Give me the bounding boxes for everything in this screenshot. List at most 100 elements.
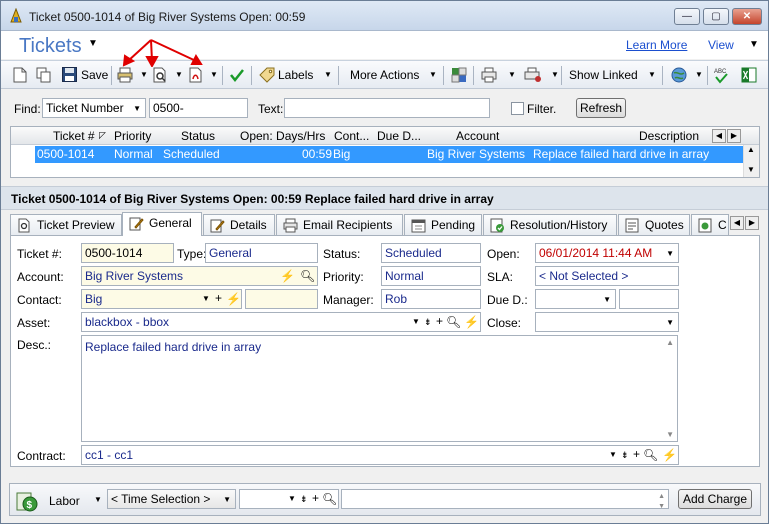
col-contact[interactable]: Cont... (334, 129, 369, 143)
tab-pending[interactable]: Pending (404, 214, 482, 235)
search-magnifier-icon[interactable]: 🔍︎ (322, 490, 337, 508)
lightning-icon[interactable]: ⚡ (226, 290, 241, 308)
scroll-up-icon[interactable]: ▲ (747, 145, 755, 154)
save-button[interactable]: Save (81, 65, 108, 85)
module-title[interactable]: Tickets (19, 35, 82, 58)
type-field[interactable]: General (205, 243, 318, 263)
lightning-icon[interactable]: ⚡ (662, 446, 677, 464)
print-settings-chevron-down-icon[interactable]: ▼ (551, 65, 559, 85)
account-field[interactable]: Big River Systems ⚡ 🔍︎ (81, 266, 318, 286)
tab-ticket-preview[interactable]: Ticket Preview (10, 214, 122, 235)
close-date-chevron-down-icon[interactable]: ▼ (666, 314, 674, 332)
scroll-up-icon[interactable]: ▲ (666, 338, 674, 347)
checkmark-icon[interactable] (229, 67, 245, 83)
table-row[interactable]: 0500-1014 Normal Scheduled 00:59 Big Big… (35, 146, 751, 163)
due-date-chevron-down-icon[interactable]: ▼ (603, 291, 611, 309)
copy-icon[interactable] (36, 67, 52, 83)
open-date-chevron-down-icon[interactable]: ▼ (666, 245, 674, 263)
more-actions-chevron-down-icon[interactable]: ▼ (429, 65, 437, 85)
col-ticket-number[interactable]: Ticket # (53, 129, 95, 143)
excel-export-icon[interactable] (741, 67, 757, 83)
tab-overflow[interactable]: C (691, 214, 729, 235)
search-magnifier-icon[interactable]: 🔍︎ (643, 446, 658, 464)
charge-notes-input[interactable]: ▲ ▼ (341, 489, 669, 510)
contact-phone-field[interactable] (245, 289, 318, 309)
sla-field[interactable]: < Not Selected > (535, 266, 679, 286)
filter-checkbox[interactable] (511, 102, 524, 115)
contract-multi-chevron-icon[interactable]: ⇟ (621, 446, 629, 464)
print-chevron-down-icon[interactable]: ▼ (140, 65, 148, 85)
col-due[interactable]: Due D... (377, 129, 421, 143)
print-queue-icon[interactable] (481, 67, 497, 83)
contact-field[interactable]: Big ▼ + ⚡ (81, 289, 242, 309)
new-document-icon[interactable] (13, 67, 27, 83)
pdf-chevron-down-icon[interactable]: ▼ (210, 65, 218, 85)
show-linked-button[interactable]: Show Linked (569, 65, 638, 85)
due-date-picker[interactable]: ▼ (535, 289, 616, 309)
scroll-down-icon[interactable]: ▼ (747, 165, 755, 174)
print-preview-icon[interactable] (152, 67, 168, 83)
show-linked-chevron-down-icon[interactable]: ▼ (648, 65, 656, 85)
globe-chevron-down-icon[interactable]: ▼ (695, 65, 703, 85)
asset-field[interactable]: blackbox - bbox ▼ ⇟ + 🔍︎ ⚡ (81, 312, 481, 332)
add-contract-icon[interactable]: + (633, 445, 640, 463)
save-disk-icon[interactable] (62, 67, 77, 82)
col-open[interactable]: Open: Days/Hrs (240, 129, 325, 143)
contact-chevron-down-icon[interactable]: ▼ (202, 290, 210, 308)
sync-icon[interactable] (451, 67, 467, 83)
module-chevron-down-icon[interactable]: ▼ (88, 38, 98, 49)
learn-more-link[interactable]: Learn More (626, 38, 687, 52)
text-search-input[interactable] (284, 98, 490, 118)
status-field[interactable]: Scheduled (381, 243, 481, 263)
search-magnifier-icon[interactable]: 🔍︎ (446, 313, 461, 331)
tabs-scroll-left-icon[interactable]: ◀ (730, 216, 744, 230)
open-date-picker[interactable]: 06/01/2014 11:44 AM ▼ (535, 243, 679, 263)
close-button[interactable]: ✕ (732, 8, 762, 25)
contract-chevron-down-icon[interactable]: ▼ (609, 446, 617, 464)
labor-chevron-down-icon[interactable]: ▼ (94, 495, 102, 504)
priority-field[interactable]: Normal (381, 266, 481, 286)
tabs-scroll-right-icon[interactable]: ▶ (745, 216, 759, 230)
lightning-icon[interactable]: ⚡ (464, 313, 479, 331)
add-charge-item-icon[interactable]: + (312, 489, 319, 507)
close-date-picker[interactable]: ▼ (535, 312, 679, 332)
find-field-select[interactable]: Ticket Number ▼ (42, 98, 146, 118)
preview-chevron-down-icon[interactable]: ▼ (175, 65, 183, 85)
label-tag-icon[interactable] (259, 67, 275, 83)
col-description[interactable]: Description (639, 129, 699, 143)
manager-field[interactable]: Rob (381, 289, 481, 309)
maximize-button[interactable]: ▢ (703, 8, 729, 25)
find-value-input[interactable]: 0500- (149, 98, 248, 118)
asset-multi-chevron-icon[interactable]: ⇟ (424, 313, 432, 331)
lightning-icon[interactable]: ⚡ (280, 267, 295, 285)
print-settings-icon[interactable] (524, 67, 542, 83)
tab-details[interactable]: Details (203, 214, 275, 235)
pdf-icon[interactable] (188, 67, 204, 83)
minimize-button[interactable]: — (674, 8, 700, 25)
more-actions-button[interactable]: More Actions (350, 65, 419, 85)
col-priority[interactable]: Priority (114, 129, 151, 143)
labor-label[interactable]: Labor (49, 494, 80, 508)
charge-item-field[interactable]: ▼ ⇟ + 🔍︎ (239, 489, 339, 509)
tab-general[interactable]: General (122, 212, 202, 236)
charge-item-chevron-down-icon[interactable]: ▼ (288, 490, 296, 508)
notes-scroll-down-icon[interactable]: ▼ (658, 498, 665, 516)
view-menu[interactable]: View (708, 38, 734, 52)
scroll-down-icon[interactable]: ▼ (666, 430, 674, 439)
scroll-right-icon[interactable]: ▶ (727, 129, 741, 143)
scroll-left-icon[interactable]: ◀ (712, 129, 726, 143)
labels-chevron-down-icon[interactable]: ▼ (324, 65, 332, 85)
refresh-button[interactable]: Refresh (576, 98, 626, 118)
time-selection-chevron-down-icon[interactable]: ▼ (223, 491, 231, 509)
spell-check-icon[interactable]: ABC (713, 66, 729, 84)
charge-item-multi-chevron-icon[interactable]: ⇟ (300, 490, 308, 508)
tab-email-recipients[interactable]: Email Recipients (276, 214, 403, 235)
col-account[interactable]: Account (456, 129, 499, 143)
view-chevron-down-icon[interactable]: ▼ (749, 39, 759, 50)
print-queue-chevron-down-icon[interactable]: ▼ (508, 65, 516, 85)
add-contact-icon[interactable]: + (215, 289, 222, 307)
tab-quotes[interactable]: Quotes (618, 214, 690, 235)
time-selection-select[interactable]: < Time Selection > ▼ (107, 489, 236, 509)
contract-field[interactable]: cc1 - cc1 ▼ ⇟ + 🔍︎ ⚡ (81, 445, 679, 465)
find-field-chevron-down-icon[interactable]: ▼ (133, 100, 141, 118)
